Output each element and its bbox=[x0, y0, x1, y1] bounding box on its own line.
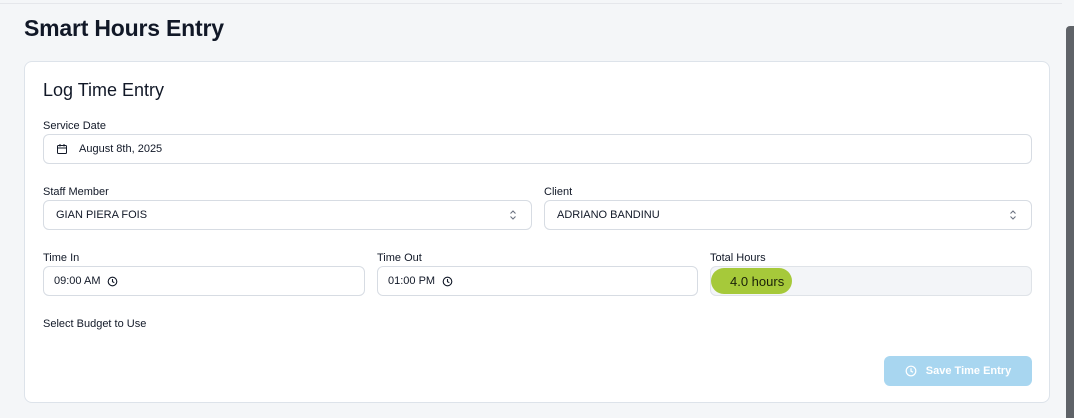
card-title: Log Time Entry bbox=[43, 80, 165, 100]
clock-icon[interactable] bbox=[107, 276, 118, 287]
client-select[interactable]: ADRIANO BANDINU bbox=[544, 200, 1032, 230]
time-out-input[interactable]: 01:00 PM bbox=[377, 266, 698, 296]
calendar-icon bbox=[56, 143, 68, 155]
clock-icon bbox=[905, 365, 917, 377]
service-date-value: August 8th, 2025 bbox=[79, 143, 163, 155]
total-hours-badge: 4.0 hours bbox=[711, 268, 793, 294]
clock-icon[interactable] bbox=[442, 276, 453, 287]
staff-member-value: GIAN PIERA FOIS bbox=[56, 209, 148, 221]
client-label: Client bbox=[544, 186, 573, 198]
time-in-label: Time In bbox=[43, 252, 80, 264]
chevron-up-down-icon bbox=[509, 209, 517, 221]
staff-member-select[interactable]: GIAN PIERA FOIS bbox=[43, 200, 532, 230]
chevron-up-down-icon bbox=[1009, 209, 1017, 221]
page-title: Smart Hours Entry bbox=[24, 15, 224, 41]
page-scrollbar[interactable] bbox=[1066, 26, 1074, 418]
scrollbar-track-top bbox=[1062, 0, 1074, 26]
service-date-label: Service Date bbox=[43, 120, 106, 132]
total-hours-label: Total Hours bbox=[710, 252, 766, 264]
save-time-entry-button[interactable]: Save Time Entry bbox=[884, 356, 1032, 386]
time-out-label: Time Out bbox=[377, 252, 422, 264]
staff-member-label: Staff Member bbox=[43, 186, 109, 198]
save-time-entry-label: Save Time Entry bbox=[925, 365, 1012, 377]
service-date-picker[interactable]: August 8th, 2025 bbox=[43, 134, 1032, 164]
total-hours-display: 4.0 hours bbox=[710, 266, 1032, 296]
log-time-entry-card: Log Time Entry Service Date August 8th, … bbox=[24, 61, 1050, 403]
time-out-value: 01:00 PM bbox=[388, 275, 436, 287]
time-in-input[interactable]: 09:00 AM bbox=[43, 266, 365, 296]
select-budget-label: Select Budget to Use bbox=[43, 318, 147, 330]
client-value: ADRIANO BANDINU bbox=[557, 209, 660, 221]
top-divider bbox=[0, 3, 1062, 4]
time-in-value: 09:00 AM bbox=[54, 275, 101, 287]
